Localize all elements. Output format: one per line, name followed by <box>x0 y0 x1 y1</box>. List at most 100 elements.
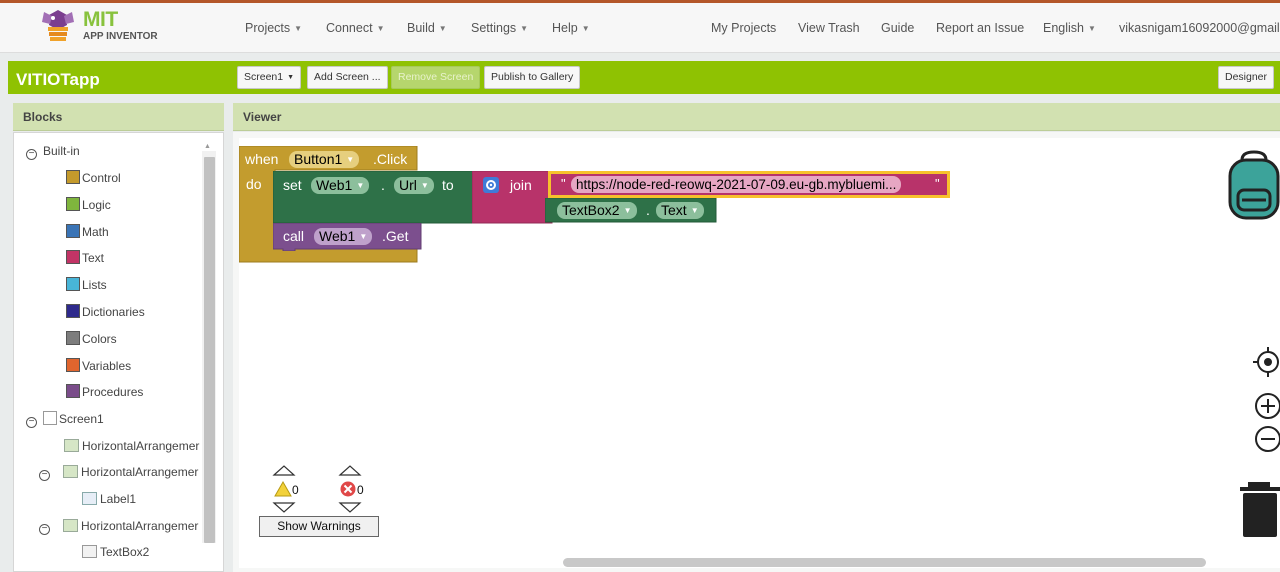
workspace-horizontal-scrollbar[interactable] <box>563 558 1206 567</box>
arrangement-component-icon <box>64 439 79 452</box>
component-label: HorizontalArrangemer <box>81 519 199 533</box>
screen-select-dropdown[interactable]: Screen1 ▼ <box>237 66 302 89</box>
text-value-field[interactable]: https://node-red-reowq-2021-07-09.eu-gb.… <box>571 176 902 193</box>
chevron-down-icon: ▼ <box>376 24 385 33</box>
blocks-scrollbar-thumb[interactable] <box>204 157 215 543</box>
logo-title: MIT <box>83 8 118 31</box>
language-menu[interactable]: English ▼ <box>1043 21 1096 35</box>
set-property-dropdown[interactable]: Url ▼ <box>394 177 434 194</box>
category-label: Logic <box>82 197 111 212</box>
getter-dot-label: . <box>646 202 650 218</box>
chevron-down-icon: ▼ <box>438 24 447 33</box>
category-procedures[interactable]: Procedures <box>66 383 143 401</box>
zoom-in-icon[interactable] <box>1252 392 1280 420</box>
app-inventor-logo[interactable]: MIT APP INVENTOR <box>36 8 166 48</box>
report-issue-link[interactable]: Report an Issue <box>936 21 1024 35</box>
collapse-icon[interactable]: − <box>26 417 37 428</box>
account-menu[interactable]: vikasnigam16092000@gmail.c <box>1119 21 1280 35</box>
blocks-tree: − Built-in Control Logic Math Text Lists Dicti… <box>13 132 224 572</box>
category-swatch-icon <box>66 223 80 238</box>
category-label: Dictionaries <box>82 305 145 319</box>
component-tree-item[interactable]: HorizontalArrangemer <box>64 437 199 455</box>
category-swatch-icon <box>66 277 80 292</box>
event-component-dropdown[interactable]: Button1 ▼ <box>289 151 360 168</box>
next-warning-icon[interactable] <box>272 502 296 513</box>
category-label: Variables <box>82 358 132 373</box>
chevron-down-icon: ▼ <box>581 24 590 33</box>
remove-screen-button[interactable]: Remove Screen <box>391 66 481 89</box>
next-error-icon[interactable] <box>338 502 362 513</box>
guide-link[interactable]: Guide <box>881 21 914 35</box>
category-label: Colors <box>82 331 117 346</box>
category-swatch-icon <box>66 384 80 399</box>
set-label: set <box>283 177 302 193</box>
chevron-down-icon: ▼ <box>294 24 303 33</box>
menu-connect[interactable]: Connect ▼ <box>326 21 384 35</box>
project-name: VITIOTapp <box>16 70 100 89</box>
category-lists[interactable]: Lists <box>66 276 107 294</box>
add-screen-button[interactable]: Add Screen ... <box>307 66 388 89</box>
backpack-icon[interactable] <box>1228 150 1280 222</box>
event-do-label: do <box>246 176 262 192</box>
screen1-tree-node[interactable]: − Screen1 <box>26 410 104 428</box>
call-component-dropdown[interactable]: Web1 ▼ <box>314 228 373 245</box>
label-component-icon <box>82 492 97 505</box>
menu-settings[interactable]: Settings ▼ <box>471 21 528 35</box>
arrangement-component-icon <box>63 465 78 478</box>
menu-help[interactable]: Help ▼ <box>552 21 590 35</box>
collapse-icon[interactable]: − <box>26 149 37 160</box>
category-colors[interactable]: Colors <box>66 330 117 348</box>
category-math[interactable]: Math <box>66 223 109 241</box>
chevron-down-icon: ▼ <box>346 155 355 164</box>
scroll-up-icon[interactable]: ▲ <box>204 143 211 150</box>
category-swatch-icon <box>66 170 80 184</box>
component-label: Label1 <box>100 492 137 506</box>
textbox-component-icon <box>82 545 97 558</box>
menu-build[interactable]: Build ▼ <box>407 21 447 35</box>
call-method-label: .Get <box>382 228 409 244</box>
collapse-icon[interactable]: − <box>39 470 50 481</box>
chevron-down-icon: ▼ <box>356 181 365 190</box>
bee-logo-icon <box>42 10 74 41</box>
collapse-icon[interactable]: − <box>39 524 50 535</box>
menu-projects[interactable]: Projects ▼ <box>245 21 302 35</box>
my-projects-link[interactable]: My Projects <box>711 21 776 35</box>
join-label: join <box>510 177 532 193</box>
builtin-tree-node[interactable]: − Built-in <box>26 142 80 160</box>
view-trash-link[interactable]: View Trash <box>798 21 860 35</box>
category-dictionaries[interactable]: Dictionaries <box>66 303 145 321</box>
previous-error-icon[interactable] <box>338 465 362 476</box>
category-logic[interactable]: Logic <box>66 196 111 214</box>
getter-component-dropdown[interactable]: TextBox2 ▼ <box>557 202 637 219</box>
component-label: HorizontalArrangemer <box>82 439 200 453</box>
category-variables[interactable]: Variables <box>66 357 131 375</box>
chevron-down-icon: ▼ <box>420 181 429 190</box>
component-label: TextBox2 <box>100 545 150 559</box>
category-control[interactable]: Control <box>66 169 121 187</box>
category-text[interactable]: Text <box>66 249 104 267</box>
viewer-panel-header: Viewer <box>233 103 1280 131</box>
set-component-dropdown[interactable]: Web1 ▼ <box>311 177 370 194</box>
call-label: call <box>283 228 305 244</box>
category-swatch-icon <box>66 250 80 265</box>
component-tree-item[interactable]: − HorizontalArrangemer <box>39 463 198 481</box>
gear-icon[interactable] <box>483 177 499 193</box>
error-count: 0 <box>357 483 364 497</box>
trash-icon[interactable] <box>1238 481 1280 538</box>
warning-icon <box>274 480 292 497</box>
logo-subtitle: APP INVENTOR <box>83 31 158 42</box>
category-swatch-icon <box>66 357 80 372</box>
zoom-out-icon[interactable] <box>1252 425 1280 453</box>
component-tree-item[interactable]: TextBox2 <box>82 543 149 561</box>
set-dot-label: . <box>381 177 385 193</box>
designer-button[interactable]: Designer <box>1218 66 1275 89</box>
show-warnings-button[interactable]: Show Warnings <box>259 516 379 537</box>
previous-warning-icon[interactable] <box>272 465 296 476</box>
recenter-icon[interactable] <box>1252 347 1280 377</box>
component-tree-item[interactable]: − HorizontalArrangemer <box>39 517 198 535</box>
component-label: HorizontalArrangemer <box>81 465 199 479</box>
blocks-panel-header: Blocks <box>13 103 224 131</box>
getter-property-dropdown[interactable]: Text ▼ <box>656 202 704 219</box>
component-tree-item[interactable]: Label1 <box>82 490 136 508</box>
publish-gallery-button[interactable]: Publish to Gallery <box>484 66 581 89</box>
